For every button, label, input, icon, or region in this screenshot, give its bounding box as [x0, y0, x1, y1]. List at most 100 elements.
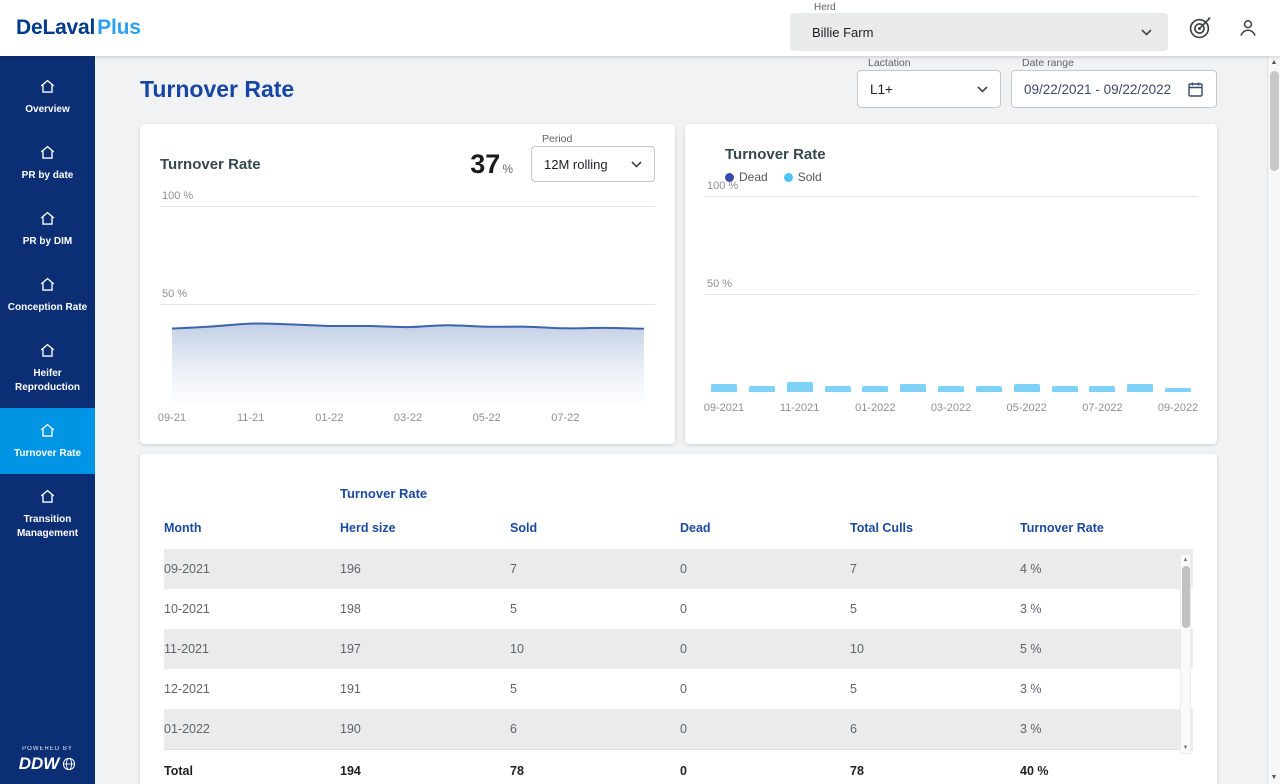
- x-axis-label: 03-2022: [931, 402, 971, 414]
- sold-bar: [749, 386, 775, 392]
- scroll-up-arrow[interactable]: ▲: [1183, 555, 1189, 565]
- chevron-down-icon: [631, 161, 642, 168]
- lactation-select[interactable]: Lactation L1+: [857, 70, 1001, 108]
- top-header: DeLavalPlus Herd Billie Farm: [0, 0, 1280, 56]
- scroll-down-arrow[interactable]: ▼: [1271, 771, 1278, 784]
- table-cell: 6: [850, 722, 1020, 736]
- turnover-table-card: Turnover Rate MonthHerd sizeSoldDeadTota…: [140, 454, 1217, 784]
- herd-select-label: Herd: [814, 2, 836, 13]
- page-scrollbar[interactable]: ▲ ▼: [1267, 56, 1280, 784]
- calendar-icon: [1187, 81, 1204, 98]
- table-row: 12-20211915053 %: [164, 669, 1193, 709]
- sidebar-item-turnover-rate[interactable]: Turnover Rate: [0, 408, 95, 474]
- table-total-cell: 78: [850, 764, 1020, 778]
- charts-row: Turnover Rate 37 % Period 12M rolling 10…: [140, 124, 1217, 444]
- y-axis-label-100: 100 %: [162, 190, 193, 202]
- table-scrollbar[interactable]: ▲ ▼: [1180, 554, 1191, 754]
- table-total-cell: 194: [340, 764, 510, 778]
- table-column-header: Total Culls: [850, 521, 1020, 535]
- scrollbar-thumb[interactable]: [1182, 566, 1190, 628]
- turnover-line-chart: [160, 206, 652, 402]
- period-select-label: Period: [542, 133, 572, 145]
- trend-card-header: Turnover Rate 37 % Period 12M rolling: [160, 146, 655, 182]
- x-axis-label: 05-2022: [1007, 402, 1047, 414]
- x-axis-label: 07-22: [551, 412, 579, 424]
- home-icon: [38, 421, 57, 440]
- person-icon: [1236, 16, 1260, 40]
- goals-target-button[interactable]: [1184, 12, 1216, 44]
- header-actions: Herd Billie Farm: [790, 5, 1264, 51]
- herd-select[interactable]: Herd Billie Farm: [790, 13, 1168, 51]
- sidebar-item-overview[interactable]: Overview: [0, 64, 95, 130]
- table-cell: 10: [850, 642, 1020, 656]
- x-axis-label: 03-22: [394, 412, 422, 424]
- scroll-down-arrow[interactable]: ▼: [1183, 743, 1189, 753]
- date-range-label: Date range: [1022, 57, 1074, 69]
- table-total-row: Total1947807840 %: [164, 749, 1193, 784]
- globe-icon: [62, 757, 76, 771]
- turnover-line-plot: 100 % 50 %: [160, 206, 655, 402]
- chart-legend: DeadSold: [725, 170, 1197, 184]
- herd-select-value: Billie Farm: [812, 25, 873, 40]
- sidebar-nav: OverviewPR by datePR by DIMConception Ra…: [0, 56, 95, 554]
- table-title: Turnover Rate: [340, 486, 1193, 501]
- table-cell: 11-2021: [164, 642, 340, 656]
- table-cell: 198: [340, 602, 510, 616]
- sold-bar: [1014, 384, 1040, 392]
- lactation-select-value: L1+: [870, 82, 893, 97]
- table-cell: 3 %: [1020, 682, 1193, 696]
- scroll-up-arrow[interactable]: ▲: [1271, 56, 1278, 69]
- sidebar-item-pr-by-date[interactable]: PR by date: [0, 130, 95, 196]
- table-total-cell: Total: [164, 764, 340, 778]
- sidebar-item-label: Heifer Reproduction: [5, 367, 90, 395]
- main-content: Turnover Rate Lactation L1+ Date range 0…: [95, 56, 1267, 784]
- sidebar-item-heifer-reproduction[interactable]: Heifer Reproduction: [0, 328, 95, 408]
- kpi-turnover-rate: 37 %: [470, 149, 513, 180]
- period-select[interactable]: Period 12M rolling: [531, 146, 655, 182]
- home-icon: [38, 341, 57, 360]
- dead-sold-bar-plot: 100 % 50 %: [705, 196, 1197, 392]
- x-axis-label: 01-22: [315, 412, 343, 424]
- area-fill: [172, 323, 644, 402]
- sidebar-item-transition-management[interactable]: Transition Management: [0, 474, 95, 554]
- table-row: 09-20211967074 %: [164, 549, 1193, 589]
- table-body: 09-20211967074 %10-20211985053 %11-20211…: [164, 549, 1193, 749]
- table-cell: 0: [680, 562, 850, 576]
- legend-item-sold[interactable]: Sold: [784, 170, 822, 184]
- table-cell: 190: [340, 722, 510, 736]
- brand-primary: DeLaval: [16, 16, 95, 39]
- legend-dot: [784, 173, 793, 182]
- table-cell: 12-2021: [164, 682, 340, 696]
- table-row: 01-20221906063 %: [164, 709, 1193, 749]
- sidebar-item-conception-rate[interactable]: Conception Rate: [0, 262, 95, 328]
- date-range-input[interactable]: Date range 09/22/2021 - 09/22/2022: [1011, 70, 1217, 108]
- sold-bar: [1052, 386, 1078, 392]
- table-cell: 5: [510, 602, 680, 616]
- table-header-row: MonthHerd sizeSoldDeadTotal CullsTurnove…: [164, 521, 1193, 549]
- x-axis-label: 11-2021: [780, 402, 820, 414]
- home-icon: [38, 143, 57, 162]
- table-cell: 7: [850, 562, 1020, 576]
- chevron-down-icon: [977, 86, 988, 93]
- lactation-select-label: Lactation: [868, 57, 911, 69]
- table-cell: 0: [680, 722, 850, 736]
- bar-card-title: Turnover Rate: [725, 146, 1197, 163]
- ddw-logo-text: DDW: [19, 754, 60, 774]
- user-profile-button[interactable]: [1232, 12, 1264, 44]
- ddw-logo: DDW: [19, 754, 77, 774]
- table-cell: 6: [510, 722, 680, 736]
- sidebar-item-pr-by-dim[interactable]: PR by DIM: [0, 196, 95, 262]
- table-total-cell: 0: [680, 764, 850, 778]
- table-total-cell: 40 %: [1020, 764, 1193, 778]
- line-x-axis: 09-2111-2101-2203-2205-2207-22: [160, 412, 655, 428]
- sold-bar: [1089, 386, 1115, 392]
- sold-bar: [976, 386, 1002, 392]
- sold-bar: [862, 386, 888, 392]
- table-row: 11-2021197100105 %: [164, 629, 1193, 669]
- dead-sold-chart-card: Turnover Rate DeadSold 100 % 50 % 09-202…: [685, 124, 1217, 444]
- table-cell: 5 %: [1020, 642, 1193, 656]
- sold-bar: [900, 384, 926, 392]
- scrollbar-thumb[interactable]: [1270, 71, 1279, 171]
- table-column-header: Herd size: [340, 521, 510, 535]
- table-cell: 7: [510, 562, 680, 576]
